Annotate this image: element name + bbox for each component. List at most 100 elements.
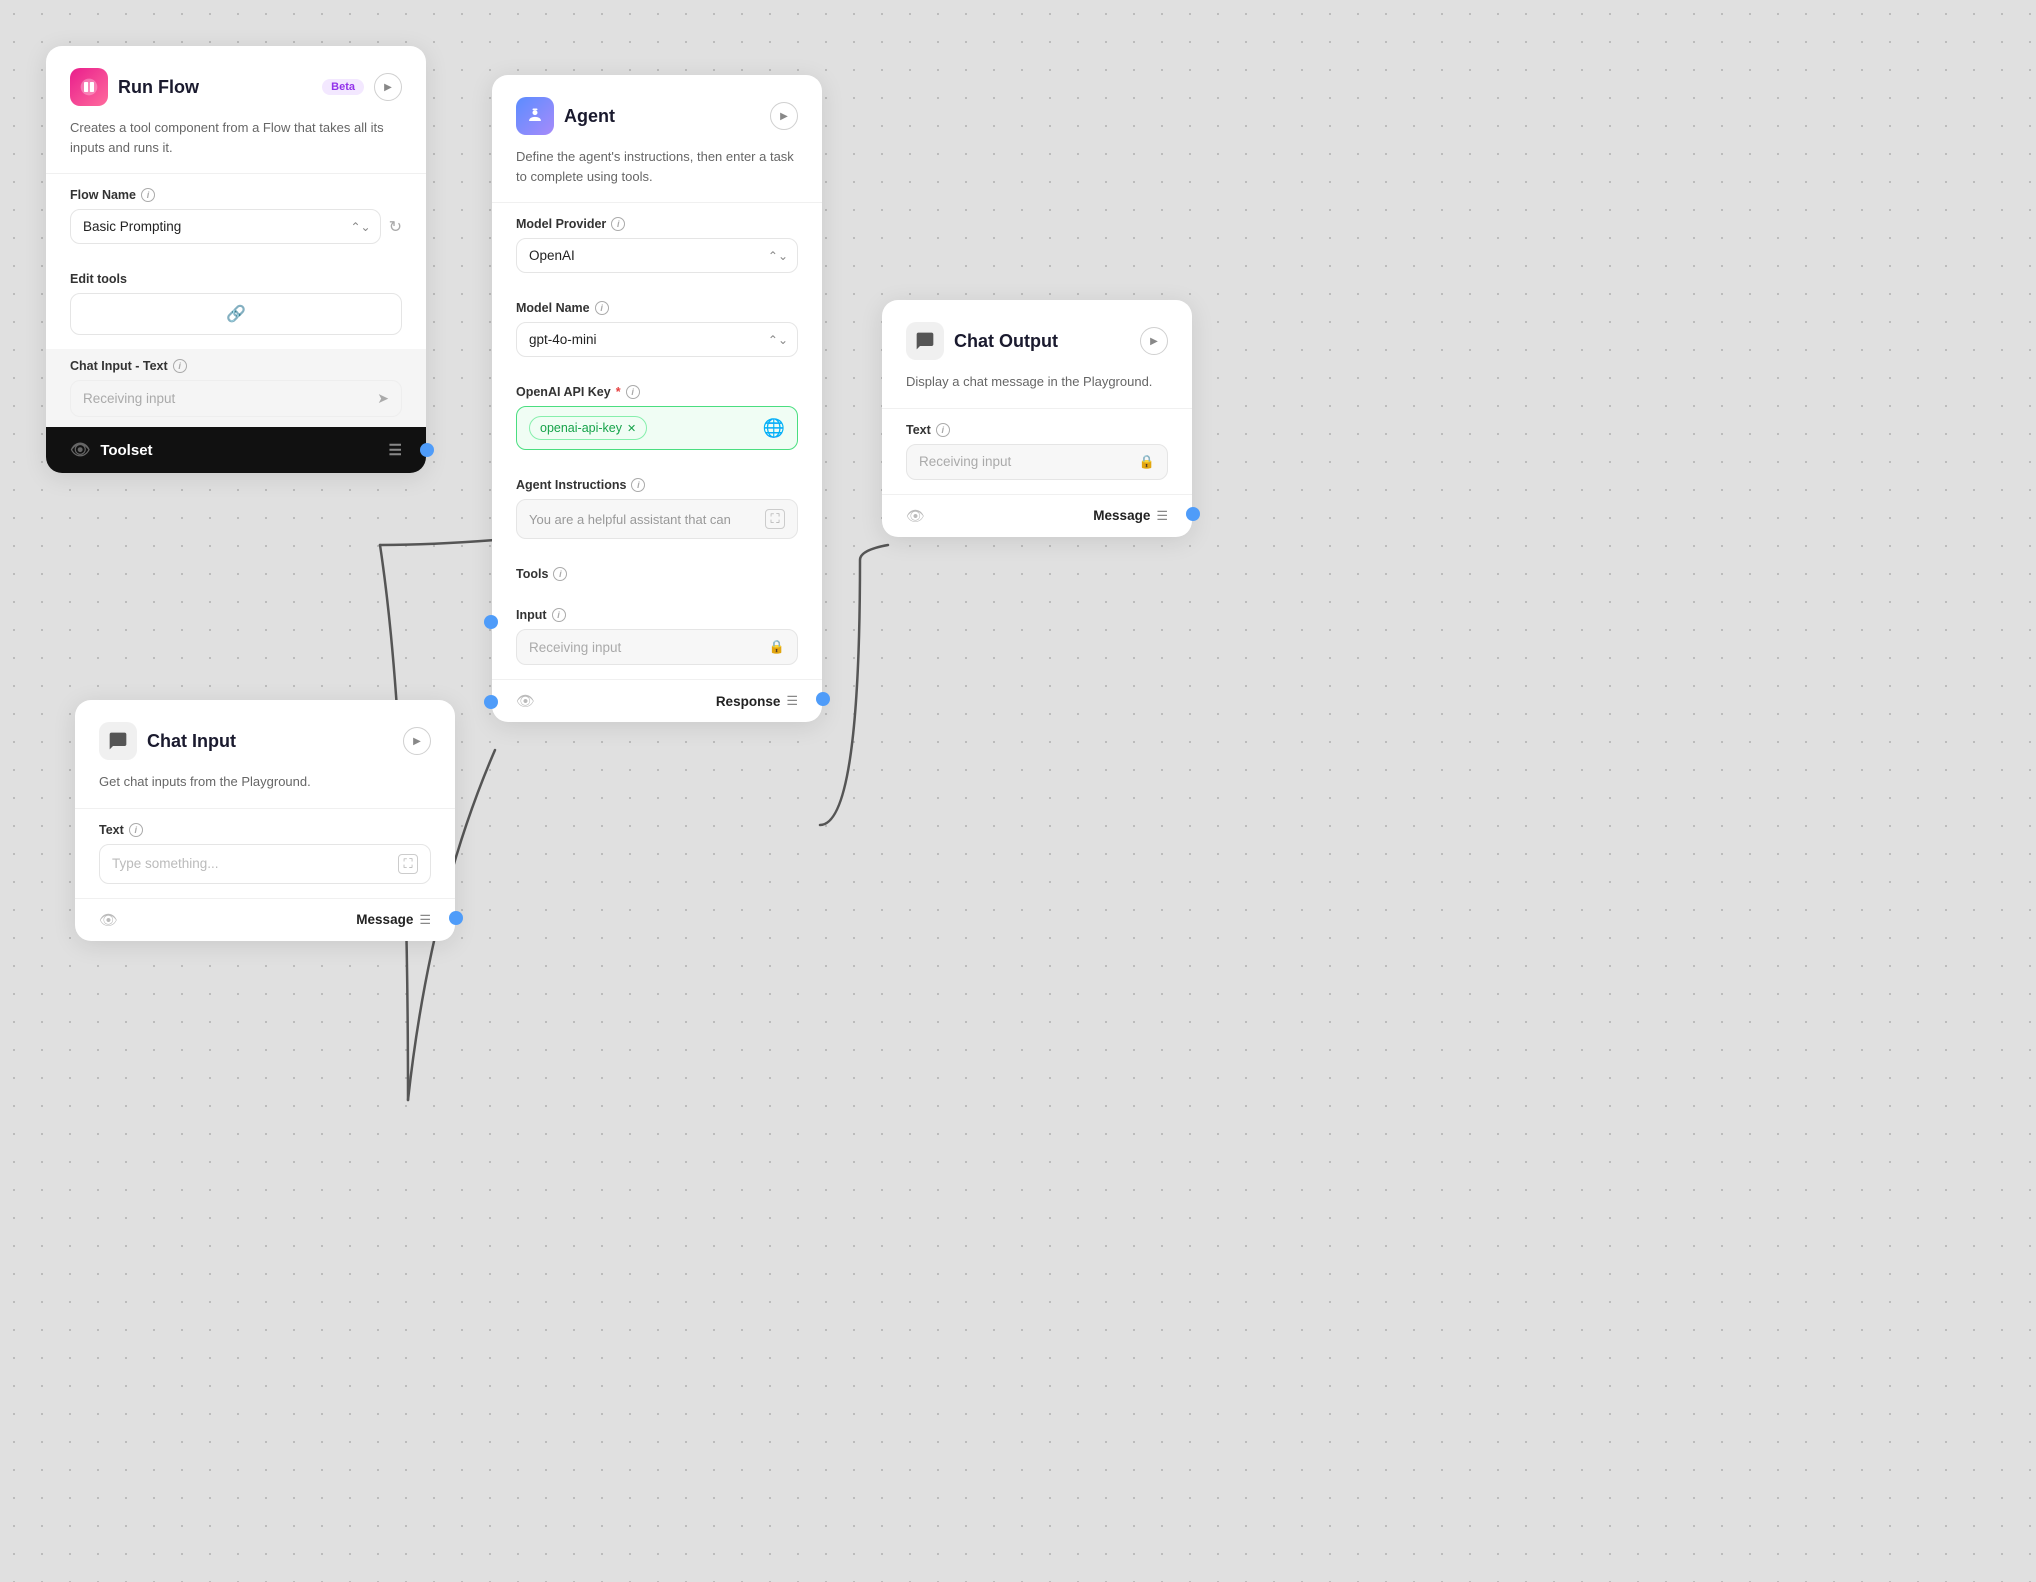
message-menu-input: ☰ xyxy=(419,912,431,928)
chat-input-play-btn[interactable]: ▶ xyxy=(403,727,431,755)
chat-input-text-field: Receiving input ➤ xyxy=(70,380,402,417)
globe-icon: 🌐 xyxy=(763,418,785,439)
api-key-required: * xyxy=(616,385,621,399)
model-provider-section: Model Provider i OpenAI ⌃⌄ xyxy=(492,203,822,287)
toolset-label: Toolset xyxy=(100,442,378,459)
model-provider-info: i xyxy=(611,217,625,231)
run-flow-card: Run Flow Beta ▶ Creates a tool component… xyxy=(46,46,426,473)
api-key-remove[interactable]: ✕ xyxy=(627,422,636,435)
response-dot xyxy=(816,692,830,706)
chat-output-header: Chat Output ▶ xyxy=(882,300,1192,372)
lock-icon-output: 🔒 xyxy=(1139,454,1155,470)
flow-name-select-wrapper: Basic Prompting ⌃⌄ xyxy=(70,209,381,244)
agent-footer: 👁 Response ☰ xyxy=(492,679,822,722)
chat-input-header: Chat Input ▶ xyxy=(75,700,455,772)
flow-name-label: Flow Name i xyxy=(70,188,402,202)
flow-name-row: Basic Prompting ⌃⌄ ↻ xyxy=(70,209,402,244)
send-icon: ➤ xyxy=(377,390,389,407)
model-provider-label: Model Provider i xyxy=(516,217,798,231)
model-name-select-wrapper: gpt-4o-mini ⌃⌄ xyxy=(516,322,798,357)
chat-output-text-label: Text i xyxy=(906,423,1168,437)
edit-tools-icon: 🔗 xyxy=(226,304,246,324)
chat-input-title: Chat Input xyxy=(147,731,393,752)
chat-input-text-info: i xyxy=(173,359,187,373)
model-name-select[interactable]: gpt-4o-mini xyxy=(516,322,798,357)
chat-input-card: Chat Input ▶ Get chat inputs from the Pl… xyxy=(75,700,455,941)
response-label: Response xyxy=(716,694,781,709)
model-provider-select-wrapper: OpenAI ⌃⌄ xyxy=(516,238,798,273)
chat-output-desc: Display a chat message in the Playground… xyxy=(882,372,1192,408)
model-provider-select[interactable]: OpenAI xyxy=(516,238,798,273)
agent-instructions-label: Agent Instructions i xyxy=(516,478,798,492)
canvas: Run Flow Beta ▶ Creates a tool component… xyxy=(0,0,2036,1582)
eye-icon-output: 👁 xyxy=(906,507,925,525)
chat-output-title: Chat Output xyxy=(954,331,1130,352)
agent-play-btn[interactable]: ▶ xyxy=(770,102,798,130)
toolset-bar: 👁 Toolset ☰ xyxy=(46,427,426,473)
chat-output-play-btn[interactable]: ▶ xyxy=(1140,327,1168,355)
toolset-dot xyxy=(420,443,434,457)
api-key-section: OpenAI API Key * i openai-api-key ✕ 🌐 xyxy=(492,371,822,464)
refresh-icon[interactable]: ↻ xyxy=(389,217,402,237)
agent-desc: Define the agent's instructions, then en… xyxy=(492,147,822,202)
chat-input-text-label: Text i xyxy=(99,823,431,837)
message-dot-input xyxy=(449,911,463,925)
agent-title: Agent xyxy=(564,106,760,127)
agent-instructions-field[interactable]: You are a helpful assistant that can ⛶ xyxy=(516,499,798,539)
message-row-output: Message ☰ xyxy=(1093,508,1168,524)
chat-output-card: Chat Output ▶ Display a chat message in … xyxy=(882,300,1192,537)
edit-tools-label: Edit tools xyxy=(70,272,402,286)
chat-input-text-label: Chat Input - Text i xyxy=(70,359,402,373)
expand-icon[interactable]: ⛶ xyxy=(765,509,785,529)
chat-output-text-field: Receiving input 🔒 xyxy=(906,444,1168,480)
flow-name-select[interactable]: Basic Prompting xyxy=(70,209,381,244)
expand-icon-input[interactable]: ⛶ xyxy=(398,854,418,874)
agent-instructions-info: i xyxy=(631,478,645,492)
chat-input-text-section: Text i Type something... ⛶ xyxy=(75,809,455,898)
tools-label: Tools i xyxy=(516,567,798,581)
message-label-input: Message xyxy=(356,912,413,927)
response-row: Response ☰ xyxy=(716,693,798,709)
message-menu-output: ☰ xyxy=(1156,508,1168,524)
model-name-section: Model Name i gpt-4o-mini ⌃⌄ xyxy=(492,287,822,371)
input-dot xyxy=(484,695,498,709)
agent-icon xyxy=(516,97,554,135)
chat-input-footer: 👁 Message ☰ xyxy=(75,898,455,941)
edit-tools-button[interactable]: 🔗 xyxy=(70,293,402,335)
eye-icon-toolset: 👁 xyxy=(70,440,90,460)
chat-input-icon xyxy=(99,722,137,760)
chat-output-icon xyxy=(906,322,944,360)
lock-icon-input: 🔒 xyxy=(769,639,785,655)
api-key-inner: openai-api-key ✕ 🌐 xyxy=(529,416,785,440)
chat-input-text-info: i xyxy=(129,823,143,837)
input-section: Input i Receiving input 🔒 xyxy=(492,594,822,679)
api-key-label: OpenAI API Key * i xyxy=(516,385,798,399)
chat-output-text-section: Text i Receiving input 🔒 xyxy=(882,409,1192,494)
chat-output-text-info: i xyxy=(936,423,950,437)
run-flow-play-btn[interactable]: ▶ xyxy=(374,73,402,101)
api-key-value: openai-api-key xyxy=(540,421,622,435)
run-flow-title: Run Flow xyxy=(118,77,312,98)
message-dot-output xyxy=(1186,507,1200,521)
message-row-input: Message ☰ xyxy=(356,912,431,928)
run-flow-desc: Creates a tool component from a Flow tha… xyxy=(46,118,426,173)
edit-tools-section: Edit tools 🔗 xyxy=(46,258,426,349)
agent-header: Agent ▶ xyxy=(492,75,822,147)
chat-input-placeholder: Type something... xyxy=(112,856,219,871)
eye-icon-agent: 👁 xyxy=(516,692,535,710)
tools-dot xyxy=(484,615,498,629)
agent-instructions-placeholder: You are a helpful assistant that can xyxy=(529,512,731,527)
api-key-field: openai-api-key ✕ 🌐 xyxy=(516,406,798,450)
chat-input-text-section: Chat Input - Text i Receiving input ➤ xyxy=(46,349,426,427)
chat-output-text-placeholder: Receiving input xyxy=(919,454,1011,469)
run-flow-header: Run Flow Beta ▶ xyxy=(46,46,426,118)
api-key-chip: openai-api-key ✕ xyxy=(529,416,647,440)
model-name-info: i xyxy=(595,301,609,315)
tools-info: i xyxy=(553,567,567,581)
flow-name-info: i xyxy=(141,188,155,202)
chat-input-desc: Get chat inputs from the Playground. xyxy=(75,772,455,808)
agent-card: Agent ▶ Define the agent's instructions,… xyxy=(492,75,822,722)
chat-input-text-field[interactable]: Type something... ⛶ xyxy=(99,844,431,884)
input-info: i xyxy=(552,608,566,622)
message-label-output: Message xyxy=(1093,508,1150,523)
